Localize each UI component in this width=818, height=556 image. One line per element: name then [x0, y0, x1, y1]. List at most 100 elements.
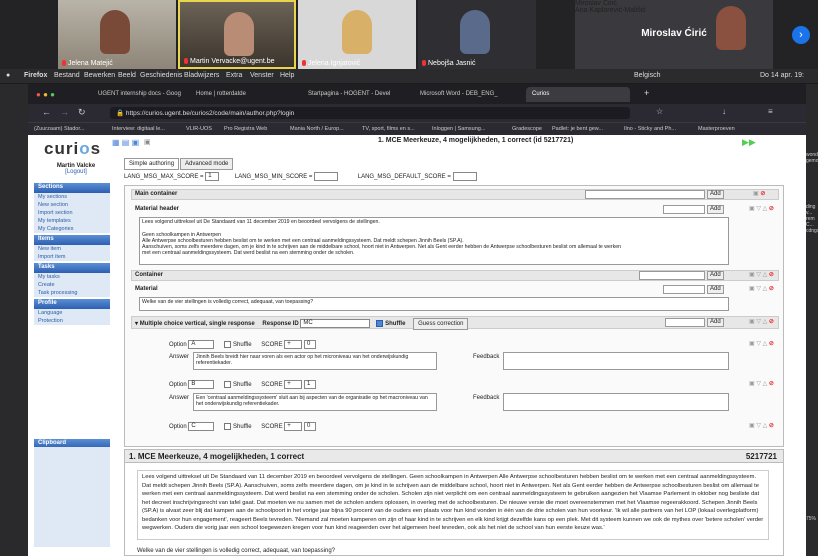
save-icon[interactable]: ▣	[144, 138, 151, 146]
shuffle-checkbox[interactable]	[224, 341, 232, 348]
sidebar-item-my-templates[interactable]: My templates	[34, 217, 110, 225]
move-delete-icons[interactable]: ▣ ▽ △ ⊘	[749, 380, 774, 387]
browser-tab[interactable]: UGENT internship docs - Goog	[92, 87, 184, 102]
move-delete-icons[interactable]: ▣ ▽ △ ⊘	[749, 422, 774, 429]
add-button[interactable]: Add	[707, 285, 724, 294]
address-bar[interactable]: 🔒 https://curios.ugent.be/curios2/code/m…	[110, 107, 630, 119]
participant-tile[interactable]: Jelena Ignjatović	[298, 0, 416, 69]
shuffle-checkbox[interactable]	[224, 381, 232, 388]
sidebar-item-create[interactable]: Create	[34, 281, 110, 289]
answer-textarea[interactable]: Een 'centraal aanmeldingssysteem' sluit …	[193, 393, 437, 411]
menu-bestand[interactable]: Bestand	[54, 72, 80, 79]
browser-tab[interactable]: Microsoft Word - DEB_ENG_	[414, 87, 518, 102]
sidebar-head-items[interactable]: Items	[34, 235, 110, 245]
menu-venster[interactable]: Venster	[250, 72, 274, 79]
apple-icon[interactable]: ●	[6, 72, 10, 79]
container-type-select[interactable]	[585, 190, 705, 199]
browser-tab[interactable]: Startpagina - HOGENT - Devel	[302, 87, 398, 102]
bookmark-item[interactable]: Mania North / Europ...	[290, 126, 344, 132]
input-language[interactable]: Belgisch	[634, 72, 660, 79]
move-delete-icons[interactable]: ▣ ▽ △ ⊘	[749, 271, 774, 278]
sidebar-item-my-tasks[interactable]: My tasks	[34, 273, 110, 281]
participant-tile[interactable]: Nebojša Jasnić	[418, 0, 536, 69]
score-sign-select[interactable]: +	[284, 380, 303, 389]
sidebar-head-profile[interactable]: Profile	[34, 299, 110, 309]
move-delete-icons[interactable]: ▣ ▽ △ ⊘	[749, 318, 774, 325]
participant-thumb[interactable]	[690, 2, 774, 52]
bookmark-item[interactable]: Masterproeven	[698, 126, 735, 132]
reload-icon[interactable]: ↻	[78, 107, 86, 118]
sidebar-head-sections[interactable]: Sections	[34, 183, 110, 193]
back-icon[interactable]: ←	[42, 107, 51, 117]
bookmark-item[interactable]: (Zuurzaam) Stador...	[34, 126, 84, 132]
add-button[interactable]: Add	[707, 190, 724, 199]
menu-geschiedenis[interactable]: Geschiedenis	[140, 72, 182, 79]
tab-advanced-mode[interactable]: Advanced mode	[180, 158, 234, 170]
sidebar-item-task-processing[interactable]: Task processing	[34, 289, 110, 297]
move-delete-icons[interactable]: ▣ ▽ △ ⊘	[749, 340, 774, 347]
move-delete-icons[interactable]: ▣ ▽ △ ⊘	[749, 205, 774, 212]
collapse-icon[interactable]: ▾	[135, 321, 138, 327]
sidebar-item-new-item[interactable]: New item	[34, 245, 110, 253]
min-score-input[interactable]	[314, 172, 339, 181]
score-input[interactable]: 0	[303, 422, 316, 431]
browser-tab-active[interactable]: Curios	[526, 87, 630, 102]
bookmark-item[interactable]: Inloggen | Samsung...	[432, 126, 485, 132]
feedback-textarea[interactable]	[503, 393, 729, 411]
bookmark-item[interactable]: TV, sport, films en s...	[362, 126, 415, 132]
bookmark-item[interactable]: VLIR-UOS	[186, 126, 212, 132]
add-button[interactable]: Add	[707, 271, 724, 280]
container-select[interactable]	[639, 271, 705, 280]
shuffle-checkbox[interactable]	[224, 423, 232, 430]
score-input[interactable]: 0	[303, 340, 316, 349]
default-score-input[interactable]	[452, 172, 477, 181]
material-select[interactable]	[663, 205, 705, 214]
menu-bladwijzers[interactable]: Bladwijzers	[184, 72, 219, 79]
response-id-input[interactable]: MC	[300, 318, 371, 328]
new-tab-icon[interactable]: +	[644, 88, 649, 98]
option-id-input[interactable]: C	[188, 422, 215, 431]
menu-app-name[interactable]: Firefox	[24, 72, 47, 79]
score-input[interactable]: 1	[303, 380, 316, 389]
guess-correction-button[interactable]: Guess correction	[413, 318, 469, 330]
bookmark-star-icon[interactable]: ☆	[656, 107, 663, 116]
material-select[interactable]	[663, 285, 705, 294]
sidebar-item-protection[interactable]: Protection	[34, 317, 110, 325]
add-button[interactable]: Add	[707, 318, 724, 327]
participant-tile-active[interactable]: Martin Vervacke@ugent.be	[178, 0, 296, 69]
max-score-input[interactable]: 1	[205, 172, 220, 181]
feedback-textarea[interactable]	[503, 352, 729, 370]
menu-bewerken[interactable]: Bewerken	[84, 72, 115, 79]
score-sign-select[interactable]: +	[284, 422, 303, 431]
browser-tab[interactable]: Home | rotterdatde	[190, 87, 280, 102]
move-delete-icons[interactable]: ▣ ▽ △ ⊘	[749, 285, 774, 292]
menu-help[interactable]: Help	[280, 72, 294, 79]
sidebar-item-my-categories[interactable]: My Categories	[34, 225, 110, 233]
interaction-select[interactable]	[665, 318, 705, 327]
sidebar-item-import-section[interactable]: Import section	[34, 209, 110, 217]
score-sign-select[interactable]: +	[284, 340, 303, 349]
bookmark-item[interactable]: Ilno - Sticky and Ph...	[624, 126, 676, 132]
next-page-icon[interactable]: ›	[792, 26, 810, 44]
material-textarea[interactable]: Welke van de vier stellingen is volledig…	[139, 297, 729, 311]
tab-simple-authoring[interactable]: Simple authoring	[124, 158, 180, 170]
bookmark-item[interactable]: Padlet: je bent gew...	[552, 126, 603, 132]
option-id-input[interactable]: B	[188, 380, 215, 389]
sidebar-item-my-sections[interactable]: My sections	[34, 193, 110, 201]
bookmark-item[interactable]: Gradescope	[512, 126, 542, 132]
sidebar-item-language[interactable]: Language	[34, 309, 110, 317]
menu-beeld[interactable]: Beeld	[118, 72, 136, 79]
sidebar-item-import-item[interactable]: Import item	[34, 253, 110, 261]
logout-link[interactable]: [Logout]	[48, 169, 104, 175]
add-button[interactable]: Add	[707, 205, 724, 214]
play-icon[interactable]: ▶▶	[742, 137, 756, 148]
toolbar-icons[interactable]: ▦ ▤ ▣	[112, 138, 139, 147]
sidebar-head-tasks[interactable]: Tasks	[34, 263, 110, 273]
forward-icon[interactable]: →	[60, 107, 69, 117]
download-icon[interactable]: ↓	[722, 107, 726, 116]
participant-tile[interactable]: Jelena Matejić	[58, 0, 176, 69]
option-id-input[interactable]: A	[188, 340, 215, 349]
bookmark-item[interactable]: Pro Registra Web	[224, 126, 267, 132]
menu-extra[interactable]: Extra	[226, 72, 242, 79]
material-header-textarea[interactable]: Lees volgend uittreksel uit De Standaard…	[139, 217, 729, 265]
